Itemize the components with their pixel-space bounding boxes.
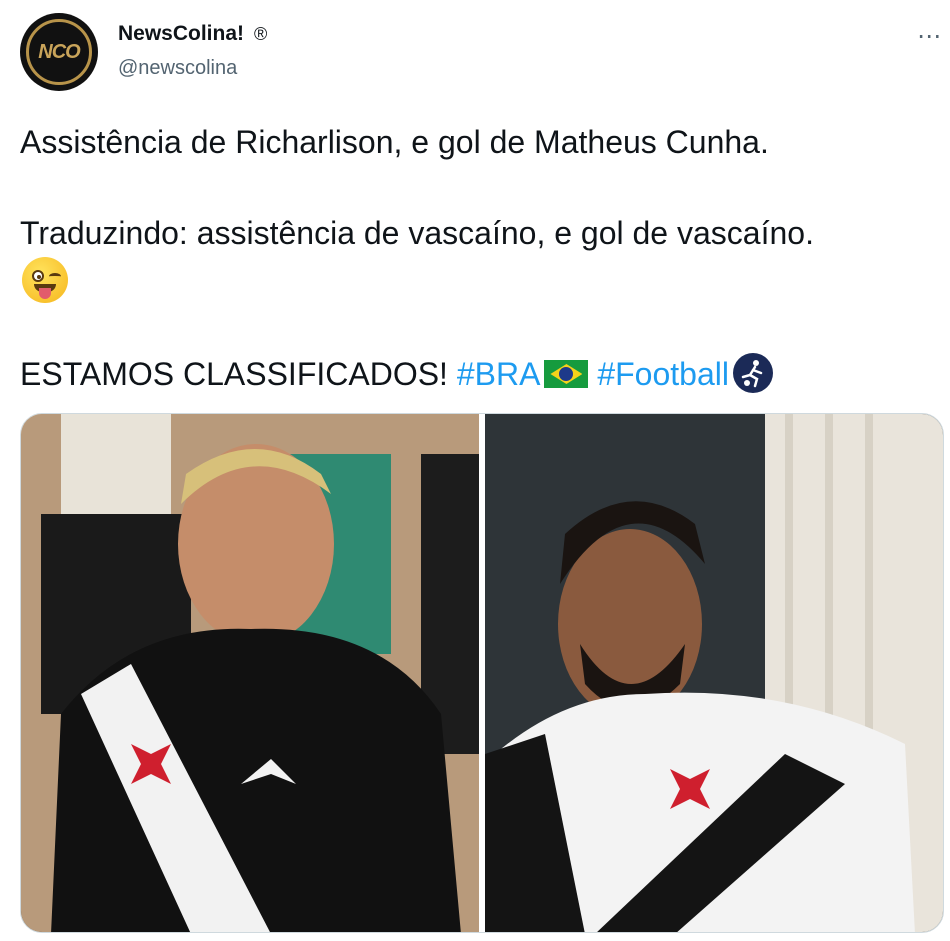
- media-grid[interactable]: [20, 413, 944, 933]
- tweet-line-3: ESTAMOS CLASSIFICADOS! #BRA #Football: [20, 353, 773, 393]
- avatar-logo-text: NCO: [38, 40, 80, 63]
- avatar-ring: NCO: [26, 19, 92, 85]
- display-name[interactable]: NewsColina!: [118, 22, 244, 46]
- richarlison-photo[interactable]: [21, 414, 479, 932]
- author-handle[interactable]: @newscolina: [118, 57, 237, 80]
- tweet-line-1: Assistência de Richarlison, e gol de Mat…: [20, 124, 769, 160]
- hashtag-football[interactable]: #Football: [597, 356, 729, 392]
- registered-mark: ®: [254, 23, 268, 44]
- tweet-line-2: Traduzindo: assistência de vascaíno, e g…: [20, 215, 814, 251]
- more-icon[interactable]: ⋯: [917, 22, 942, 51]
- author-name-row: NewsColina! ®: [118, 22, 267, 46]
- matheus-cunha-photo[interactable]: [485, 414, 943, 932]
- football-icon: [732, 353, 773, 393]
- hashtag-bra[interactable]: #BRA: [457, 356, 541, 392]
- brazil-flag-icon: [544, 360, 589, 388]
- winking-face-icon: [22, 257, 68, 303]
- avatar[interactable]: NCO: [20, 13, 98, 91]
- tweet-line-3-text: ESTAMOS CLASSIFICADOS!: [20, 356, 457, 392]
